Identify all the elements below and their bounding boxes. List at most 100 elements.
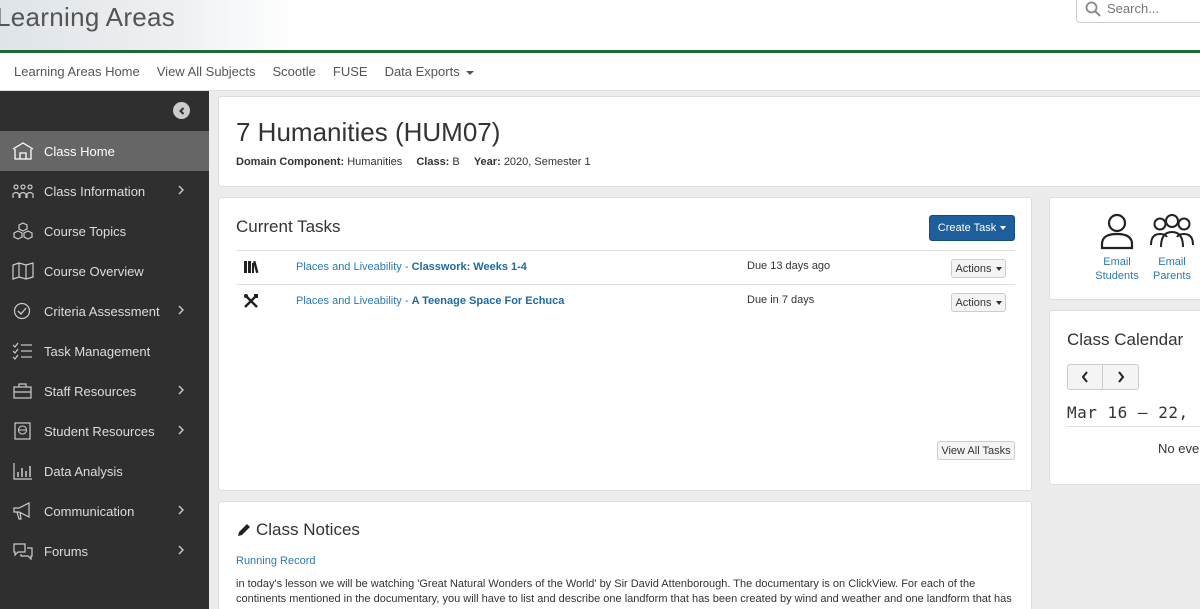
class-label: Class: — [416, 156, 450, 168]
calendar-prev-button[interactable] — [1068, 365, 1103, 389]
class-notices-title: Class Notices — [256, 520, 360, 539]
chevron-right-icon — [1117, 371, 1124, 383]
sidebar-item-label: Task Management — [44, 343, 151, 359]
task-actions-button[interactable]: Actions — [951, 293, 1006, 312]
class-meta: Domain Component: Humanities Class: B Ye… — [236, 156, 591, 168]
class-notices-panel: Class Notices Running Record in today's … — [218, 501, 1032, 609]
nav-scootle[interactable]: Scootle — [273, 64, 316, 79]
chevron-left-icon — [178, 106, 184, 115]
chevron-down-icon — [995, 300, 1002, 305]
domain-value: Humanities — [347, 156, 403, 168]
sidebar-item-staff-resources[interactable]: Staff Resources — [0, 371, 209, 411]
sidebar-item-label: Staff Resources — [44, 383, 137, 399]
chevron-down-icon — [1000, 226, 1007, 230]
class-calendar-heading: Class Calendar — [1067, 330, 1184, 349]
sidebar-item-course-topics[interactable]: Course Topics — [0, 211, 209, 251]
task-row: Places and Liveability - A Teenage Space… — [236, 284, 1015, 318]
sidebar-item-forums[interactable]: Forums — [0, 531, 209, 571]
divider — [1067, 426, 1200, 427]
task-name: Classwork: Weeks 1-4 — [411, 261, 527, 273]
sidebar-item-student-resources[interactable]: Student Resources — [0, 411, 209, 451]
school-icon — [12, 142, 34, 160]
sidebar-item-task-management[interactable]: Task Management — [0, 331, 209, 371]
people-icon — [1150, 214, 1194, 248]
chevron-down-icon — [465, 70, 474, 75]
megaphone-icon — [12, 502, 34, 520]
chevron-down-icon — [995, 266, 1002, 271]
pencil-icon — [238, 524, 250, 536]
year-label: Year: — [473, 156, 501, 168]
search-box[interactable] — [1076, 0, 1200, 23]
tools-icon — [244, 294, 258, 308]
sidebar-item-label: Course Topics — [44, 223, 127, 239]
task-actions-button[interactable]: Actions — [951, 259, 1006, 278]
email-panel: Email Students Email Parents — [1049, 197, 1200, 300]
current-tasks-heading: Current Tasks — [236, 217, 341, 236]
email-students-button[interactable]: Email Students — [1087, 212, 1147, 283]
person-icon — [1100, 213, 1134, 250]
task-topic: Places and Liveability - — [296, 295, 412, 307]
sidebar-item-label: Data Analysis — [44, 463, 123, 479]
task-topic: Places and Liveability - — [296, 261, 412, 273]
chevron-right-icon — [178, 305, 184, 315]
nav-data-exports-label: Data Exports — [384, 64, 460, 79]
notice-text: in today's lesson we will be watching 'G… — [236, 578, 1012, 609]
email-parents-button[interactable]: Email Parents — [1142, 212, 1200, 283]
map-icon — [12, 262, 34, 280]
cubes-icon — [12, 222, 34, 240]
sidebar-item-label: Course Overview — [44, 263, 144, 279]
email-parents-label: Email Parents — [1153, 256, 1191, 282]
sidebar-item-label: Class Information — [44, 183, 146, 199]
people-group-icon — [12, 182, 34, 200]
sidebar-item-class-home[interactable]: Class Home — [0, 131, 209, 171]
page-title: 7 Humanities (HUM07) — [236, 117, 501, 147]
create-task-label: Create Task — [937, 222, 997, 234]
class-calendar-panel: Class Calendar Mar 16 – 22, 2020 No even… — [1049, 310, 1200, 485]
class-value: B — [452, 156, 460, 168]
view-all-tasks-button[interactable]: View All Tasks — [937, 441, 1015, 460]
sidebar-item-class-information[interactable]: Class Information — [0, 171, 209, 211]
chevron-right-icon — [178, 425, 184, 435]
sidebar-item-label: Student Resources — [44, 423, 155, 439]
sidebar-item-course-overview[interactable]: Course Overview — [0, 251, 209, 291]
sidebar-item-data-analysis[interactable]: Data Analysis — [0, 451, 209, 491]
class-header-panel: 7 Humanities (HUM07) Domain Component: H… — [218, 96, 1200, 187]
notice-link[interactable]: Running Record — [236, 555, 316, 567]
create-task-button[interactable]: Create Task — [929, 215, 1015, 241]
collapse-sidebar-button[interactable] — [173, 102, 190, 119]
chevron-left-icon — [1081, 371, 1088, 383]
sidebar-item-criteria-assessment[interactable]: Criteria Assessment — [0, 291, 209, 331]
year-value: 2020, Semester 1 — [503, 156, 591, 168]
nav-fuse[interactable]: FUSE — [333, 64, 368, 79]
calendar-nav — [1067, 364, 1139, 390]
current-tasks-panel: Current Tasks Create Task Places and Liv… — [218, 197, 1032, 491]
chevron-right-icon — [178, 185, 184, 195]
checklist-icon — [12, 342, 34, 360]
app-title[interactable]: Learning Areas — [0, 2, 175, 33]
sidebar-item-label: Communication — [44, 503, 135, 519]
task-due: Due in 7 days — [747, 294, 815, 306]
task-name: A Teenage Space For Echuca — [411, 295, 565, 307]
task-link[interactable]: Places and Liveability - Classwork: Week… — [296, 261, 527, 273]
nav-view-all-subjects[interactable]: View All Subjects — [157, 64, 256, 79]
calendar-date-range: Mar 16 – 22, 2020 — [1067, 403, 1200, 422]
sidebar-item-communication[interactable]: Communication — [0, 491, 209, 531]
search-input[interactable] — [1107, 1, 1200, 16]
globe-book-icon — [12, 422, 34, 440]
check-circle-icon — [12, 302, 34, 320]
nav-data-exports[interactable]: Data Exports — [385, 64, 474, 79]
sidebar-item-label: Class Home — [44, 143, 115, 159]
email-students-label: Email Students — [1095, 256, 1139, 282]
sidebar: Class Home Class Information Course Topi… — [0, 91, 209, 609]
calendar-next-button[interactable] — [1103, 365, 1138, 389]
task-due: Due 13 days ago — [747, 260, 831, 272]
briefcase-icon — [12, 382, 34, 400]
task-link[interactable]: Places and Liveability - A Teenage Space… — [296, 295, 564, 307]
chat-bubbles-icon — [12, 542, 34, 560]
task-row: Places and Liveability - Classwork: Week… — [236, 250, 1015, 284]
search-icon — [1085, 1, 1101, 17]
sidebar-item-label: Criteria Assessment — [44, 303, 160, 319]
nav-learning-areas-home[interactable]: Learning Areas Home — [14, 64, 140, 79]
chevron-right-icon — [178, 385, 184, 395]
chevron-right-icon — [178, 545, 184, 555]
